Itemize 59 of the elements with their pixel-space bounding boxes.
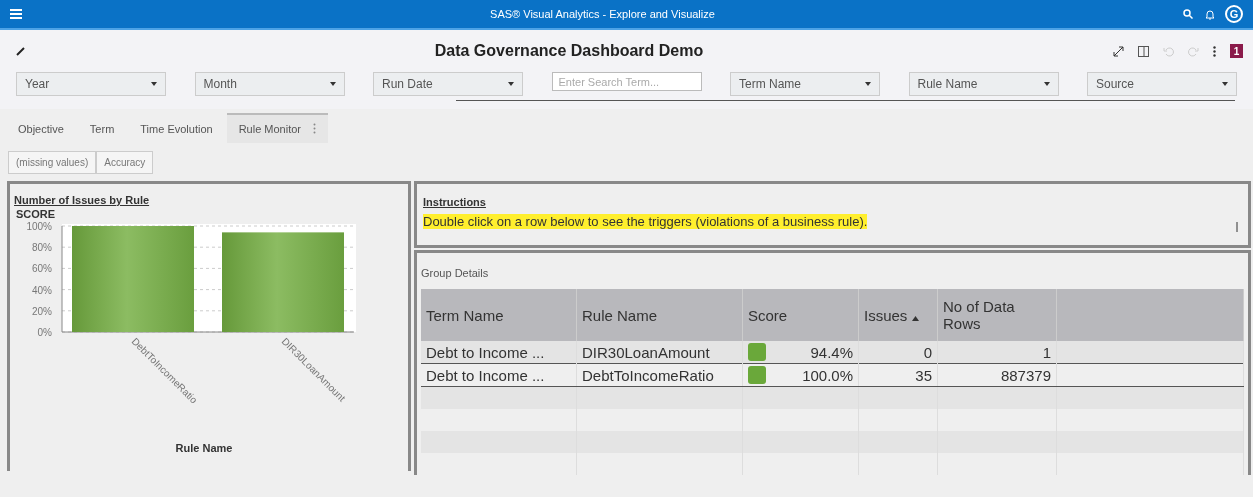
y-tick-label: 20% (32, 305, 52, 317)
tab[interactable]: Term (77, 115, 127, 143)
column-header[interactable]: Rule Name (576, 289, 743, 341)
caret-icon (1043, 82, 1050, 86)
table-cell: Debt to Income ... (421, 341, 577, 364)
caret-icon (508, 82, 514, 86)
table-cell: Debt to Income ... (421, 363, 577, 387)
text-cursor-icon (1236, 222, 1238, 232)
tab[interactable]: Objective (6, 115, 76, 143)
filter-dropdown[interactable]: Rule Name (908, 72, 1059, 96)
column-header[interactable]: Issues (858, 289, 938, 341)
sort-icon[interactable] (911, 315, 919, 321)
x-axis-title: Rule Name (175, 442, 233, 454)
column-header[interactable]: Term Name (421, 289, 577, 341)
y-tick-label: 100% (26, 221, 52, 232)
user-avatar[interactable]: G (1225, 5, 1243, 23)
y-tick-label: 40% (32, 284, 52, 296)
table-title: Group Details (421, 267, 489, 279)
filter-button[interactable]: (missing values) (8, 151, 97, 174)
filter-dropdown[interactable]: Run Date (373, 72, 523, 96)
y-tick-label: 80% (32, 242, 52, 254)
instructions-title: Instructions (423, 196, 487, 208)
caret-icon (865, 82, 871, 86)
y-axis-title: SCORE (16, 208, 56, 220)
y-tick-label: 60% (32, 263, 52, 275)
table-cell: DebtToIncomeRatio (576, 363, 743, 387)
caret-icon (1222, 82, 1228, 86)
bell-icon[interactable] (1205, 8, 1215, 20)
table-cell: 0 (858, 341, 938, 364)
panel-icon[interactable] (1138, 45, 1149, 57)
app-title: SAS® Visual Analytics - Explore and Visualize (489, 8, 716, 20)
y-tick-label: 0% (37, 327, 52, 338)
caret-icon (151, 82, 157, 86)
instructions-text: Double click on a row below to see the triggers (violations of a business rule). (423, 214, 868, 229)
column-header[interactable]: Score (742, 289, 859, 341)
caret-icon (329, 82, 336, 86)
column-header[interactable]: No of Data Rows (937, 289, 1057, 341)
filter-dropdown[interactable]: Year (16, 72, 166, 96)
expand-icon[interactable] (1113, 45, 1124, 57)
table-cell: 1 (937, 341, 1057, 364)
table-cell: DIR30LoanAmount (576, 341, 743, 364)
search-icon[interactable] (1183, 9, 1193, 19)
pencil-icon[interactable] (16, 46, 25, 56)
table-cell: 35 (858, 363, 938, 387)
menu-icon[interactable] (10, 9, 22, 19)
page-badge[interactable]: 1 (1230, 44, 1243, 58)
search-field[interactable]: Enter Search Term... (551, 72, 702, 91)
tab[interactable]: Time Evolution (128, 115, 225, 143)
filter-button[interactable]: Accuracy (96, 151, 154, 174)
filter-dropdown[interactable]: Term Name (730, 72, 880, 96)
report-title: Data Governance Dashboard Demo (433, 42, 705, 60)
chart-title: Number of Issues by Rule (14, 194, 151, 206)
filter-dropdown[interactable]: Month (194, 72, 345, 96)
table-cell: 94.4% (742, 341, 859, 364)
table-cell: 100.0% (742, 363, 859, 387)
table-cell: 887379 (937, 363, 1057, 387)
filter-dropdown[interactable]: Source (1087, 72, 1237, 96)
tab[interactable]: Rule Monitor (226, 113, 328, 143)
more-icon[interactable] (1213, 45, 1216, 57)
